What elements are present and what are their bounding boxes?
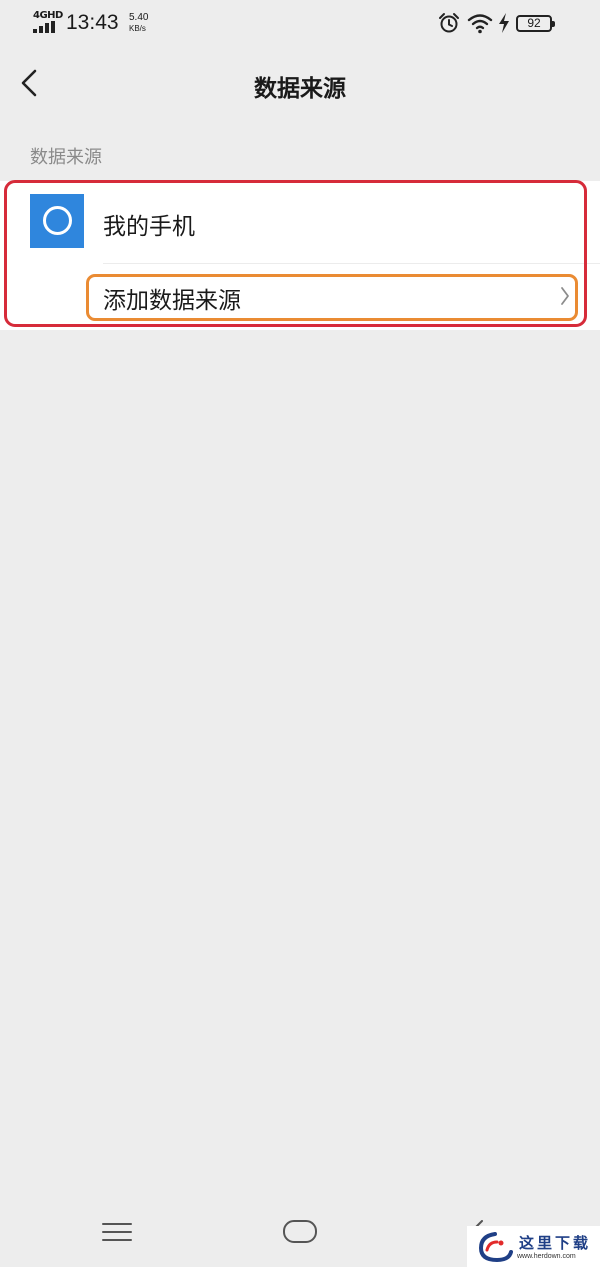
watermark-url: www.herdown.com <box>517 1253 576 1260</box>
page-title: 数据来源 <box>254 76 346 102</box>
alarm-icon <box>439 13 459 33</box>
wifi-icon <box>467 14 493 34</box>
speed-unit: KB/s <box>129 24 146 33</box>
home-button[interactable] <box>283 1220 317 1243</box>
add-source-highlight <box>86 274 578 321</box>
network-speed: 5.40 KB/s <box>129 12 148 34</box>
watermark: 这里下载 www.herdown.com <box>467 1226 600 1267</box>
navigation-bar: 数据来源 <box>0 55 600 111</box>
recent-apps-button[interactable] <box>100 1220 134 1244</box>
watermark-text: 这里下载 <box>519 1234 592 1252</box>
battery-indicator: 92 <box>516 15 555 32</box>
speed-value: 5.40 <box>129 12 149 23</box>
network-type: 4GHD <box>33 10 63 21</box>
status-icons: 92 <box>438 12 568 34</box>
status-bar: 4GHD 13:43 5.40 KB/s 92 <box>0 0 600 50</box>
signal-icon <box>33 21 59 33</box>
charging-icon <box>499 13 509 33</box>
section-label: 数据来源 <box>30 147 102 168</box>
status-time: 13:43 <box>66 11 119 34</box>
watermark-logo-icon <box>478 1232 513 1263</box>
